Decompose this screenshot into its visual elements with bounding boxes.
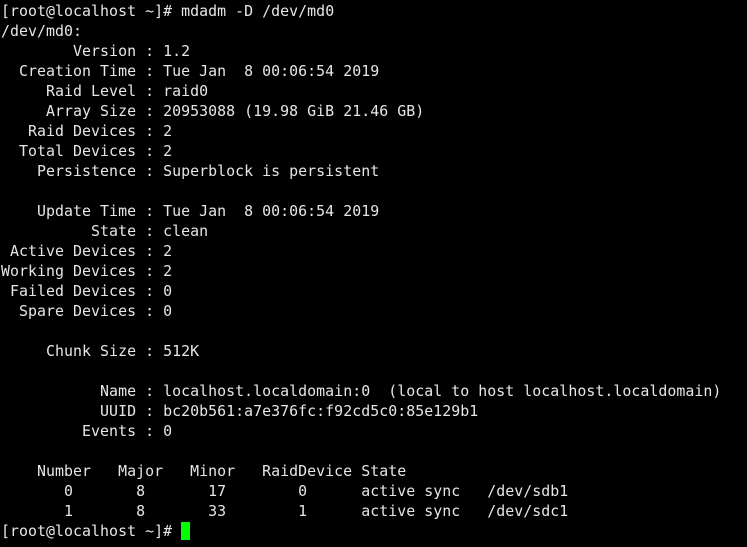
field-value: 0 <box>163 302 173 320</box>
detail-field: Active Devices : 2 <box>0 241 747 261</box>
field-label: Persistence <box>1 162 137 180</box>
field-label: Array Size <box>1 102 137 120</box>
field-separator: : <box>136 142 164 160</box>
field-value: 2 <box>163 142 173 160</box>
field-separator: : <box>136 342 164 360</box>
command-text: mdadm -D /dev/md0 <box>181 2 335 20</box>
field-label: Chunk Size <box>1 342 137 360</box>
field-separator: : <box>136 422 164 440</box>
field-label: Working Devices <box>1 262 137 280</box>
cursor <box>181 522 191 540</box>
field-label: Name <box>1 382 137 400</box>
detail-field: Raid Level : raid0 <box>0 81 747 101</box>
device-header: /dev/md0: <box>1 22 83 40</box>
field-separator: : <box>136 62 164 80</box>
field-value: Tue Jan 8 00:06:54 2019 <box>163 62 380 80</box>
prompt: [root@localhost ~]# <box>1 2 182 20</box>
field-label: Failed Devices <box>1 282 137 300</box>
field-separator: : <box>136 202 164 220</box>
field-value: clean <box>163 222 209 240</box>
detail-field: Name : localhost.localdomain:0 (local to… <box>0 381 747 401</box>
field-value: localhost.localdomain:0 (local to host l… <box>163 382 722 400</box>
field-value: raid0 <box>163 82 209 100</box>
detail-field: Events : 0 <box>0 421 747 441</box>
detail-field: Creation Time : Tue Jan 8 00:06:54 2019 <box>0 61 747 81</box>
field-label: Creation Time <box>1 62 137 80</box>
table-header: Number Major Minor RaidDevice State <box>1 462 407 480</box>
field-separator: : <box>136 162 164 180</box>
field-value: 2 <box>163 242 173 260</box>
field-separator: : <box>136 122 164 140</box>
field-value: Superblock is persistent <box>163 162 380 180</box>
field-value: 0 <box>163 422 173 440</box>
command-line: [root@localhost ~]# mdadm -D /dev/md0 <box>0 1 747 21</box>
field-separator: : <box>136 222 164 240</box>
field-separator: : <box>136 402 164 420</box>
detail-field: Working Devices : 2 <box>0 261 747 281</box>
detail-field: Raid Devices : 2 <box>0 121 747 141</box>
prompt: [root@localhost ~]# <box>1 522 182 540</box>
detail-field: Total Devices : 2 <box>0 141 747 161</box>
field-label: Spare Devices <box>1 302 137 320</box>
field-label: Events <box>1 422 137 440</box>
field-label: Active Devices <box>1 242 137 260</box>
terminal-window[interactable]: [root@localhost ~]# mdadm -D /dev/md0 /d… <box>0 0 747 547</box>
field-separator: : <box>136 302 164 320</box>
detail-field: Persistence : Superblock is persistent <box>0 161 747 181</box>
active-prompt-line[interactable]: [root@localhost ~]# <box>0 521 747 541</box>
field-value: 2 <box>163 122 173 140</box>
field-value: 0 <box>163 282 173 300</box>
field-separator: : <box>136 382 164 400</box>
detail-field: Version : 1.2 <box>0 41 747 61</box>
field-label: Raid Level <box>1 82 137 100</box>
detail-field: Spare Devices : 0 <box>0 301 747 321</box>
field-label: Total Devices <box>1 142 137 160</box>
field-label: Update Time <box>1 202 137 220</box>
field-separator: : <box>136 102 164 120</box>
field-separator: : <box>136 262 164 280</box>
field-separator: : <box>136 82 164 100</box>
detail-field: Update Time : Tue Jan 8 00:06:54 2019 <box>0 201 747 221</box>
field-separator: : <box>136 42 164 60</box>
field-label: UUID <box>1 402 137 420</box>
field-value: Tue Jan 8 00:06:54 2019 <box>163 202 380 220</box>
field-value: 20953088 (19.98 GiB 21.46 GB) <box>163 102 425 120</box>
detail-field: Chunk Size : 512K <box>0 341 747 361</box>
table-row: 0 8 17 0 active sync /dev/sdb1 <box>1 482 569 500</box>
table-row: 1 8 33 1 active sync /dev/sdc1 <box>1 502 569 520</box>
detail-field: Array Size : 20953088 (19.98 GiB 21.46 G… <box>0 101 747 121</box>
field-label: Raid Devices <box>1 122 137 140</box>
field-value: 512K <box>163 342 200 360</box>
field-separator: : <box>136 242 164 260</box>
detail-field: State : clean <box>0 221 747 241</box>
detail-field: Failed Devices : 0 <box>0 281 747 301</box>
field-value: bc20b561:a7e376fc:f92cd5c0:85e129b1 <box>163 402 479 420</box>
field-label: Version <box>1 42 137 60</box>
field-label: State <box>1 222 137 240</box>
detail-field: UUID : bc20b561:a7e376fc:f92cd5c0:85e129… <box>0 401 747 421</box>
field-separator: : <box>136 282 164 300</box>
field-value: 1.2 <box>163 42 191 60</box>
field-value: 2 <box>163 262 173 280</box>
